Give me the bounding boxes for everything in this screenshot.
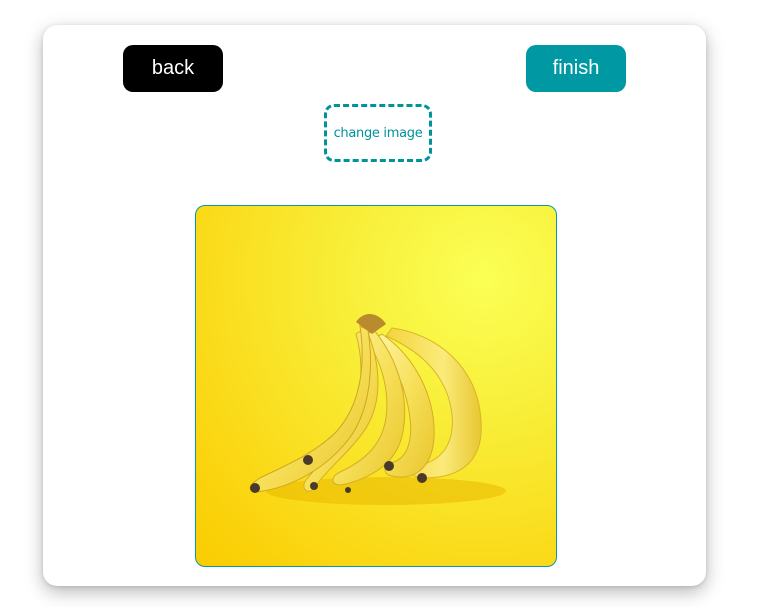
- back-button[interactable]: back: [123, 45, 223, 92]
- finish-button[interactable]: finish: [526, 45, 626, 92]
- banana-image: [249, 313, 506, 505]
- image-preview: [195, 205, 557, 567]
- change-image-button[interactable]: change image: [324, 104, 432, 162]
- editor-card: back finish change image: [43, 25, 706, 586]
